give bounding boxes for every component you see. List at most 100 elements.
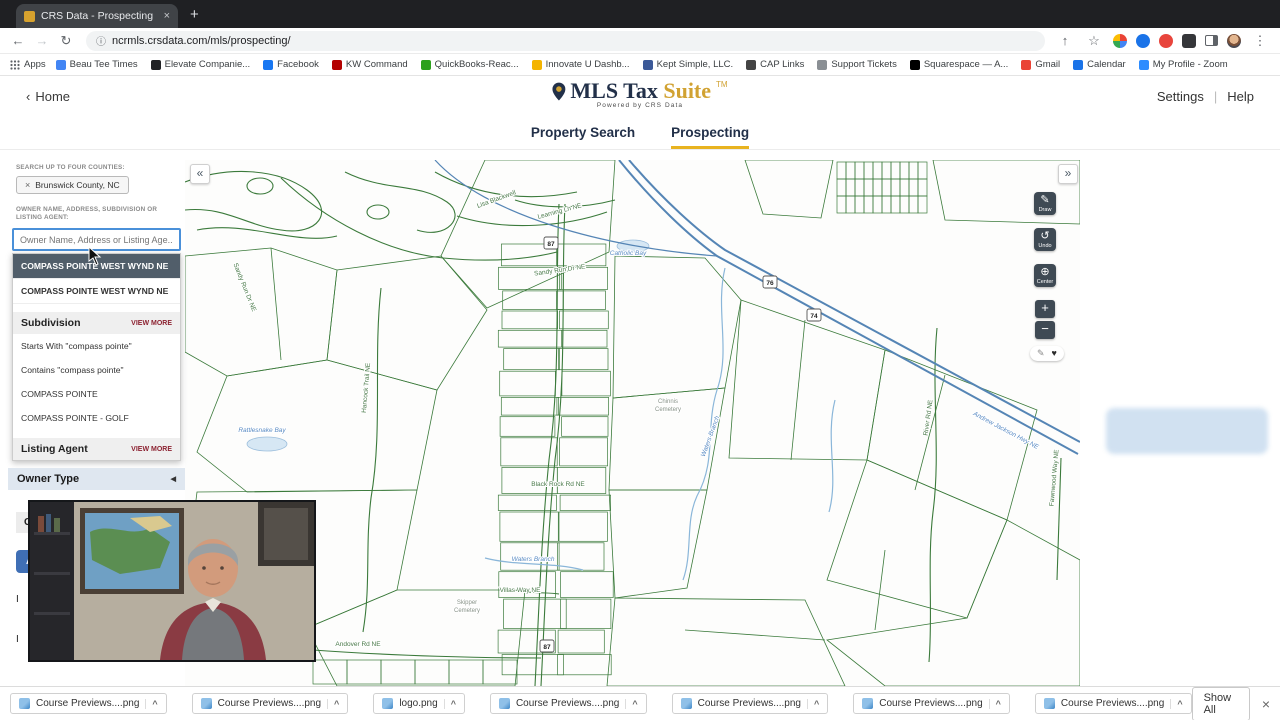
- edit-icon[interactable]: ✎: [1037, 348, 1045, 359]
- download-chip[interactable]: Course Previews....png ^: [489, 693, 647, 714]
- tab-property-search[interactable]: Property Search: [531, 118, 635, 149]
- bookmark-label: KW Command: [345, 59, 408, 70]
- autocomplete-item[interactable]: COMPASS POINTE WEST WYND NE: [13, 279, 180, 304]
- parcel-map[interactable]: Lisa BlackwellLearning Ln NECatholic Bay…: [185, 160, 1080, 686]
- extension-red-icon[interactable]: [1159, 33, 1173, 48]
- download-menu-caret[interactable]: ^: [988, 698, 1001, 709]
- bookmark-item[interactable]: Elevate Companie...: [150, 59, 250, 70]
- bookmark-item[interactable]: Squarespace — A...: [909, 59, 1008, 70]
- download-chip[interactable]: Course Previews....png ^: [1034, 693, 1192, 714]
- download-menu-caret[interactable]: ^: [1170, 698, 1183, 709]
- download-filename: logo.png: [399, 698, 438, 709]
- bookmark-label: My Profile - Zoom: [1152, 59, 1228, 70]
- subdivision-suggestion[interactable]: Starts With "compass pointe": [13, 334, 180, 358]
- site-info-icon[interactable]: ⓘ: [96, 33, 106, 48]
- remove-county-icon[interactable]: ×: [25, 180, 30, 190]
- downloads-bar: Course Previews....png ^ Course Previews…: [0, 686, 1280, 720]
- bookmark-item[interactable]: Calendar: [1073, 59, 1126, 70]
- side-panel-icon[interactable]: [1205, 35, 1218, 46]
- bookmark-item[interactable]: Support Tickets: [817, 59, 897, 70]
- apps-bookmark[interactable]: Apps: [10, 59, 46, 70]
- download-chip[interactable]: Course Previews....png ^: [671, 693, 829, 714]
- chevron-left-icon: ‹: [26, 89, 31, 104]
- browser-tab[interactable]: CRS Data - Prospecting ×: [16, 4, 178, 28]
- sidebar-collapse-button[interactable]: «: [190, 164, 210, 184]
- bookmark-item[interactable]: Facebook: [263, 59, 319, 70]
- url-text: ncrmls.crsdata.com/mls/prospecting/: [112, 34, 291, 47]
- blurred-overlay: [1106, 408, 1268, 454]
- center-tool-button[interactable]: ⊕ Center: [1034, 264, 1056, 287]
- extension-blue-icon[interactable]: [1136, 33, 1150, 48]
- address-bar[interactable]: ⓘ ncrmls.crsdata.com/mls/prospecting/: [86, 30, 1045, 51]
- zoom-out-button[interactable]: −: [1035, 321, 1055, 339]
- downloads-close-icon[interactable]: ×: [1262, 696, 1270, 712]
- zoom-in-button[interactable]: +: [1035, 300, 1055, 318]
- undo-tool-button[interactable]: ↺ Undo: [1034, 228, 1056, 251]
- bookmark-favicon: [263, 59, 274, 70]
- right-panel-expand-button[interactable]: »: [1058, 164, 1078, 184]
- owner-type-section[interactable]: Owner Type ◀: [8, 468, 185, 490]
- download-menu-caret[interactable]: ^: [327, 698, 339, 709]
- county-chip[interactable]: × Brunswick County, NC: [16, 176, 129, 194]
- download-chip[interactable]: logo.png ^: [373, 693, 465, 714]
- bookmark-item[interactable]: Kept Simple, LLC.: [642, 59, 733, 70]
- download-menu-caret[interactable]: ^: [145, 698, 158, 709]
- apps-label: Apps: [24, 59, 46, 70]
- tab-prospecting[interactable]: Prospecting: [671, 118, 750, 149]
- bookmark-item[interactable]: Gmail: [1021, 59, 1060, 70]
- bookmark-favicon: [150, 59, 161, 70]
- logo-tm: TM: [716, 80, 728, 89]
- right-panel: [1080, 150, 1280, 686]
- framed-map-art: [80, 508, 184, 594]
- webcam-video-overlay[interactable]: [28, 500, 316, 662]
- map-label: Waters Branch: [512, 556, 555, 563]
- extension-dark-icon[interactable]: [1182, 33, 1196, 48]
- bookmark-star-icon[interactable]: ☆: [1084, 33, 1104, 49]
- bookmark-item[interactable]: My Profile - Zoom: [1138, 59, 1228, 70]
- forward-icon[interactable]: →: [32, 33, 52, 48]
- download-menu-caret[interactable]: ^: [443, 698, 456, 709]
- share-icon[interactable]: ↑: [1055, 33, 1075, 48]
- png-file-icon: [862, 698, 874, 709]
- download-menu-caret[interactable]: ^: [807, 698, 819, 709]
- map-label: Rattlesnake Bay: [238, 427, 286, 434]
- bookmark-item[interactable]: Beau Tee Times: [55, 59, 138, 70]
- download-chip[interactable]: Course Previews....png ^: [853, 693, 1010, 714]
- browser-menu-icon[interactable]: ⋮: [1250, 33, 1270, 49]
- bookmark-favicon: [746, 59, 757, 70]
- subdivision-suggestion[interactable]: Contains "compass pointe": [13, 358, 180, 382]
- draw-tool-button[interactable]: ✎ Draw: [1034, 192, 1056, 215]
- home-link[interactable]: ‹ Home: [26, 89, 70, 104]
- bookmark-favicon: [817, 59, 828, 70]
- show-all-button[interactable]: Show All: [1191, 686, 1250, 720]
- bookmarks-bar: Apps Beau Tee Times Elevate Companie... …: [0, 54, 1280, 76]
- download-chip[interactable]: Course Previews....png ^: [10, 693, 167, 714]
- toolbar-icons: ↑ ☆ ⋮: [1055, 33, 1272, 49]
- map-label: Skipper: [457, 600, 477, 606]
- settings-link[interactable]: Settings: [1157, 89, 1204, 104]
- new-tab-button[interactable]: +: [190, 6, 199, 23]
- subdivision-suggestion[interactable]: COMPASS POINTE - GOLF: [13, 406, 180, 430]
- favorite-icon[interactable]: ♥: [1052, 348, 1057, 359]
- bookmark-item[interactable]: KW Command: [331, 59, 408, 70]
- profile-avatar[interactable]: [1227, 33, 1241, 48]
- subdivision-suggestion[interactable]: COMPASS POINTE: [13, 382, 180, 406]
- help-link[interactable]: Help: [1227, 89, 1254, 104]
- tab-close-icon[interactable]: ×: [164, 10, 170, 22]
- bookmark-item[interactable]: Innovate U Dashb...: [531, 59, 630, 70]
- reload-icon[interactable]: ↻: [56, 33, 76, 49]
- tab-favicon: [24, 10, 35, 22]
- listing-agent-view-more-link[interactable]: VIEW MORE: [131, 446, 172, 453]
- autocomplete-dropdown: COMPASS POINTE WEST WYND NE COMPASS POIN…: [12, 253, 181, 461]
- png-file-icon: [19, 698, 30, 709]
- extension-pinwheel-icon[interactable]: [1113, 33, 1127, 48]
- download-chip[interactable]: Course Previews....png ^: [191, 693, 349, 714]
- back-icon[interactable]: ←: [8, 33, 28, 48]
- tab-title: CRS Data - Prospecting: [41, 10, 154, 22]
- download-menu-caret[interactable]: ^: [625, 698, 638, 709]
- bookmark-item[interactable]: CAP Links: [746, 59, 804, 70]
- map-pin-icon: [552, 82, 566, 101]
- bookmark-favicon: [55, 59, 66, 70]
- bookmark-item[interactable]: QuickBooks-Reac...: [420, 59, 519, 70]
- subdivision-view-more-link[interactable]: VIEW MORE: [131, 320, 172, 327]
